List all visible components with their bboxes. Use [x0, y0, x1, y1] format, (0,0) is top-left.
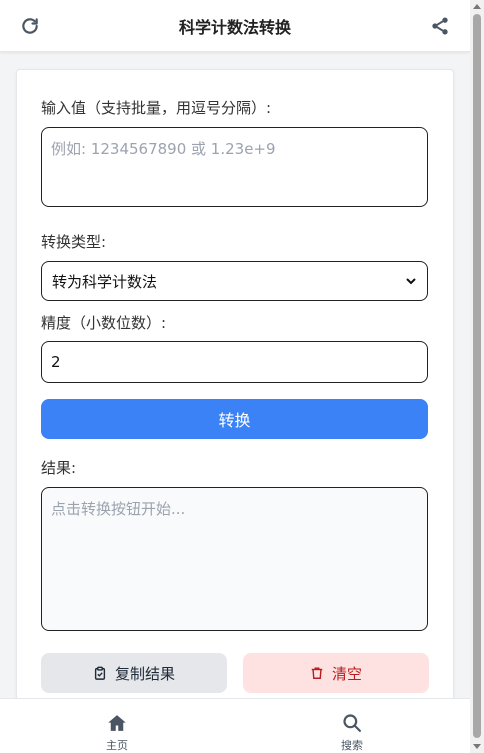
- app-header: 科学计数法转换: [0, 0, 470, 52]
- home-icon: [108, 715, 126, 731]
- precision-input[interactable]: 2: [41, 341, 428, 383]
- scroll-down-arrow-icon[interactable]: [473, 744, 481, 749]
- app-root: 科学计数法转换 输入值（支持批量，用逗号分隔）: 转换类型: 转为科学计数法 精…: [0, 0, 470, 753]
- bottom-nav: 主页 搜索: [0, 698, 470, 753]
- page-title: 科学计数法转换: [178, 17, 291, 37]
- input-values-field[interactable]: [41, 127, 428, 207]
- refresh-icon[interactable]: [20, 16, 40, 36]
- converter-card: 输入值（支持批量，用逗号分隔）: 转换类型: 转为科学计数法 精度（小数位数）:…: [16, 69, 454, 709]
- page-scrollbar[interactable]: [470, 0, 484, 753]
- type-label: 转换类型:: [41, 233, 107, 251]
- conversion-type-value: 转为科学计数法: [52, 272, 158, 291]
- share-icon[interactable]: [430, 16, 450, 36]
- input-label: 输入值（支持批量，用逗号分隔）:: [41, 99, 272, 117]
- nav-item-search[interactable]: 搜索: [322, 713, 382, 753]
- nav-item-home[interactable]: 主页: [87, 713, 147, 753]
- convert-button[interactable]: 转换: [41, 399, 428, 439]
- nav-home-label: 主页: [106, 739, 128, 752]
- scroll-up-arrow-icon[interactable]: [473, 4, 481, 9]
- result-label: 结果:: [41, 459, 77, 477]
- scroll-thumb[interactable]: [473, 14, 481, 738]
- nav-search-label: 搜索: [341, 739, 363, 752]
- clear-label: 清空: [331, 665, 362, 683]
- copy-result-button[interactable]: 复制结果: [41, 653, 227, 693]
- precision-label: 精度（小数位数）:: [41, 314, 167, 332]
- clipboard-icon: [94, 666, 106, 680]
- conversion-type-select[interactable]: 转为科学计数法: [41, 261, 428, 301]
- copy-result-label: 复制结果: [114, 665, 175, 683]
- chevron-down-icon: [406, 278, 416, 285]
- clear-button[interactable]: 清空: [243, 653, 429, 693]
- search-icon: [343, 714, 361, 732]
- result-field[interactable]: [41, 487, 428, 631]
- trash-icon: [311, 667, 323, 679]
- precision-value: 2: [51, 353, 61, 371]
- action-buttons: 复制结果 清空: [41, 653, 429, 693]
